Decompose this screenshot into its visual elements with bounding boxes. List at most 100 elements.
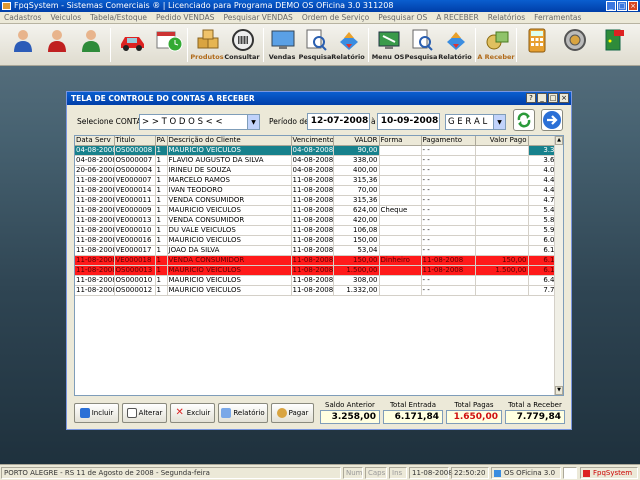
table-cell: MAURICIO VEICULOS [167,235,292,246]
col-valor[interactable]: VALOR [333,136,380,146]
calendar-clock-icon [155,28,183,52]
table-row[interactable]: 04-08-2008 OS000008 1 MAURICIO VEICULOS 04-0… [75,145,563,156]
col-valor-pago[interactable]: Valor Pago [475,136,529,146]
menu-a-receber[interactable]: A RECEBER [432,13,484,22]
table-row[interactable]: 11-08-2008 VE000017 1 JOÃO DA SILVA 11-08-20… [75,245,563,256]
total-pagas-value: 1.650,00 [446,410,502,424]
chevron-down-icon[interactable]: ▼ [247,115,259,129]
menu-relatorios[interactable]: Relatórios [484,13,530,22]
chevron-down-icon[interactable]: ▼ [493,115,505,129]
col-cliente[interactable]: Descrição do Cliente [167,136,292,146]
table-cell: VE000007 [114,175,156,186]
table-cell: 11-08-2008 [75,245,115,256]
next-button[interactable] [541,109,563,131]
table-row[interactable]: 20-06-2008 OS000004 1 IRINEU DE SOUZA 04-08-… [75,165,563,176]
conta-select[interactable]: > > T O D O S < < ▼ [139,114,260,130]
dialog-close-button[interactable]: × [559,93,569,103]
menu-pesquisar-vendas[interactable]: Pesquisar VENDAS [219,13,297,22]
col-pa[interactable]: PA [155,136,168,146]
menu-pedido-vendas[interactable]: Pedido VENDAS [152,13,219,22]
toolbar-schedule-button[interactable] [150,26,184,62]
table-row[interactable]: 04-08-2008 OS000007 1 FLAVIO AUGUSTO DA SIL… [75,155,563,166]
table-cell: 1 [155,205,168,216]
saldo-anterior-value: 3.258,00 [320,410,380,424]
table-row[interactable]: 11-08-2008 OS000010 1 MAURICIO VEICULOS 11-0… [75,275,563,286]
menu-veiculos[interactable]: Veiculos [46,13,86,22]
toolbar-pesquisa-os-button[interactable]: Pesquisa [405,26,437,62]
pagar-button[interactable]: Pagar [271,403,314,423]
table-row[interactable]: 11-08-2008 VE000016 1 MAURICIO VEICULOS 11-0… [75,235,563,246]
table-cell: 11-08-2008 [75,255,115,266]
excluir-button[interactable]: ✕ Excluir [170,403,215,423]
status-date: 11-08-2008 [409,467,453,479]
table-row[interactable]: 11-08-2008 VE000011 1 VENDA CONSUMIDOR 11-08… [75,195,563,206]
toolbar-vendas-button[interactable]: Vendas [266,26,298,62]
toolbar-user2-button[interactable] [42,26,72,62]
table-row[interactable]: 11-08-2008 VE000018 1 VENDA CONSUMIDOR 11-08… [75,255,563,266]
relatorio-button[interactable]: Relatório [218,403,268,423]
incluir-button[interactable]: Incluir [74,403,119,423]
refresh-button[interactable] [513,109,535,131]
add-icon [79,408,90,418]
dialog-maximize-button[interactable]: □ [548,93,558,103]
col-data-serv[interactable]: Data Serv [75,136,115,146]
toolbar-relatorio-os-button[interactable]: Relatório [437,26,473,62]
col-pagamento[interactable]: Pagamento [421,136,476,146]
scroll-up-icon[interactable]: ▲ [555,136,563,145]
table-row[interactable]: 11-08-2008 VE000010 1 DU VALE VEICULOS 11-08… [75,225,563,236]
refresh-icon [517,112,531,128]
menu-ferramentas[interactable]: Ferramentas [530,13,586,22]
table-cell: 1 [155,165,168,176]
toolbar-relatorio-vendas-button[interactable]: Relatório [331,26,365,62]
date-to-field[interactable]: 10-09-2008 [377,113,440,130]
total-receber-value: 7.779,84 [505,410,565,424]
col-titulo[interactable]: Titulo [114,136,156,146]
toolbar-produtos-button[interactable]: Produtos [190,26,224,62]
col-forma[interactable]: Forma [379,136,422,146]
table-cell: 11-08-2008 [75,205,115,216]
table-row[interactable]: 11-08-2008 VE000014 1 IVAN TEODORO 11-08-200… [75,185,563,196]
menu-pesquisar-os[interactable]: Pesquisar OS [374,13,432,22]
report-icon [443,28,467,52]
toolbar-user1-button[interactable] [8,26,38,62]
date-from-field[interactable]: 12-07-2008 [307,113,370,130]
table-cell: MARCELO RAMOS [167,175,292,186]
toolbar-consultar-button[interactable]: Consultar [224,26,260,62]
table-cell [475,245,529,256]
dialog-minimize-button[interactable]: _ [537,93,547,103]
table-cell [475,235,529,246]
toolbar-exit-button[interactable] [596,26,628,62]
scroll-down-icon[interactable]: ▼ [555,386,563,395]
toolbar-calculator-button[interactable] [522,26,552,62]
receivables-table[interactable]: Data Serv Titulo PA Descrição do Cliente… [74,135,564,396]
delete-icon: ✕ [175,407,184,418]
menu-cadastros[interactable]: Cadastros [0,13,46,22]
tipo-select[interactable]: G E R A L ▼ [445,114,506,130]
table-row[interactable]: 11-08-2008 VE000013 1 VENDA CONSUMIDOR 11-08… [75,215,563,226]
toolbar-vehicles-button[interactable] [114,26,148,62]
toolbar-user3-button[interactable] [76,26,106,62]
menu-tabela-estoque[interactable]: Tabela/Estoque [86,13,152,22]
table-row[interactable]: 11-08-2008 OS000013 1 MAURICIO VEICULOS 11-0… [75,265,563,276]
vertical-scrollbar[interactable]: ▲ ▼ [554,136,563,395]
dialog-help-button[interactable]: ? [526,93,536,103]
tipo-select-value: G E R A L [448,117,488,127]
status-brand-label: FpqSystem [593,469,633,477]
alterar-button[interactable]: Alterar [122,403,167,423]
maximize-button[interactable]: □ [617,1,627,11]
menu-ordem-servico[interactable]: Ordem de Serviço [298,13,374,22]
toolbar-pesquisa-vendas-button[interactable]: Pesquisa [299,26,331,62]
minimize-button[interactable]: _ [606,1,616,11]
person-red-icon [45,28,69,52]
table-row[interactable]: 11-08-2008 OS000012 1 MAURICIO VEICULOS 11-0… [75,285,563,296]
close-button[interactable]: × [628,1,638,11]
toolbar-menu-os-button[interactable]: Menu OS [371,26,405,62]
col-vencimento[interactable]: Vencimento [291,136,334,146]
search-document-icon [409,28,433,52]
toolbar-a-receber-button[interactable]: A Receber [477,26,515,62]
table-row[interactable]: 11-08-2008 VE000007 1 MARCELO RAMOS 11-08-20… [75,175,563,186]
table-cell: OS000012 [114,285,156,296]
toolbar-separator [475,28,476,62]
table-row[interactable]: 11-08-2008 VE000009 1 MAURICIO VEICULOS 11-0… [75,205,563,216]
toolbar-settings-button[interactable] [560,26,590,62]
